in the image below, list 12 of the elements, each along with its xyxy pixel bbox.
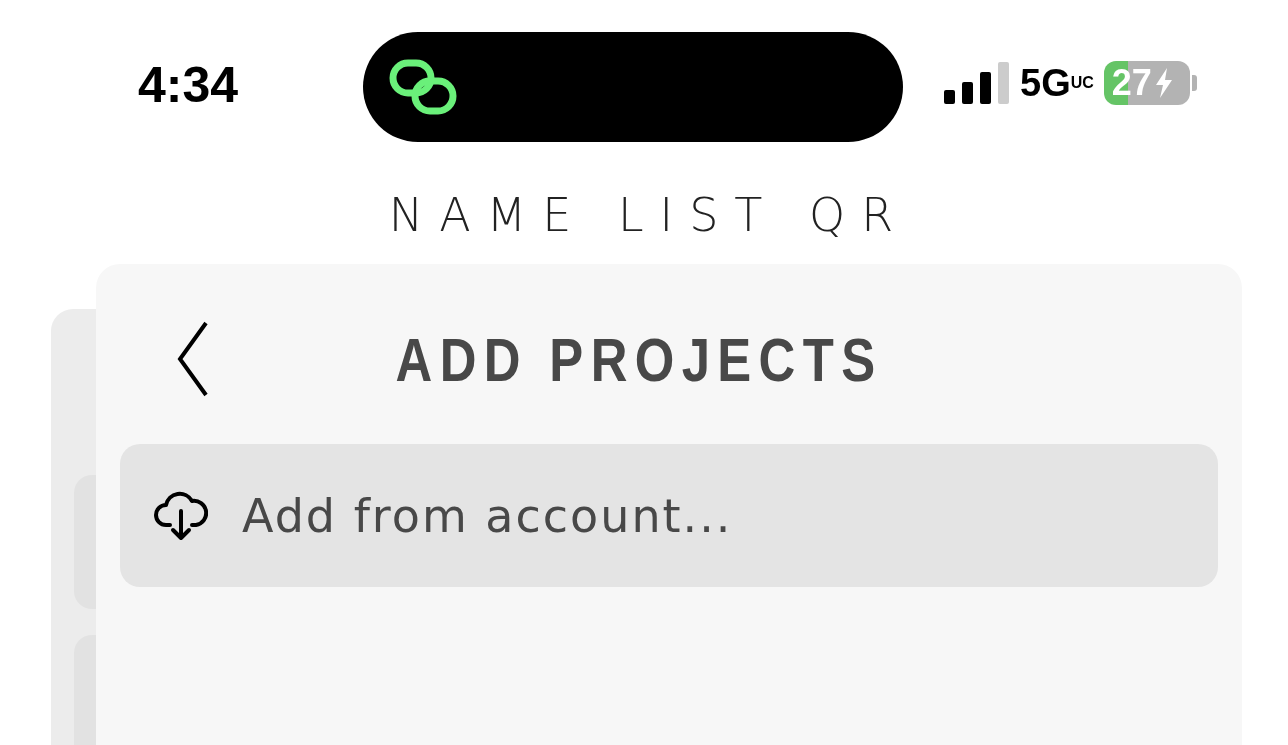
app-title: NAME LIST QR [387,188,911,242]
charging-bolt-icon [1153,68,1174,98]
battery-tip-icon [1191,75,1197,91]
network-label: 5G [1020,61,1071,105]
cloud-download-icon [154,490,208,541]
add-from-account-button[interactable]: Add from account... [120,444,1218,587]
link-icon [389,59,457,115]
network-sub-label: UC [1070,75,1094,91]
status-time: 4:34 [138,56,239,114]
signal-icon [944,60,1010,106]
back-icon[interactable] [176,321,210,397]
panel-title: ADD PROJECTS [394,323,884,395]
